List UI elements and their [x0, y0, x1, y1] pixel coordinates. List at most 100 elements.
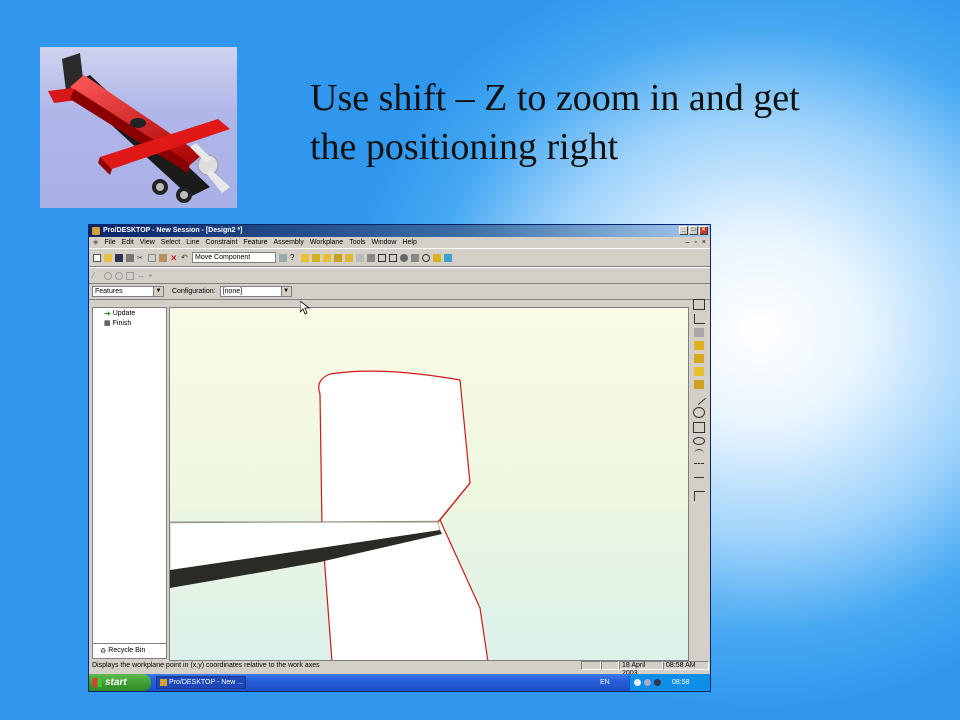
circle-tool-icon[interactable]	[115, 271, 123, 280]
tray-clock: 08:58	[672, 679, 690, 686]
doc-minimize-button[interactable]: –	[686, 237, 690, 248]
window-titlebar[interactable]: Pro/DESKTOP - New Session - [Design2 *] …	[89, 225, 710, 237]
render-icon[interactable]	[444, 253, 452, 262]
window-title: Pro/DESKTOP - New Session - [Design2 *]	[103, 227, 243, 234]
menu-select[interactable]: Select	[161, 237, 180, 248]
arc-icon[interactable]	[694, 449, 704, 459]
tool-g-icon[interactable]	[356, 253, 364, 262]
configuration-combo[interactable]: [none] ▼	[219, 286, 292, 297]
recycle-bin-icon: ♻	[100, 647, 107, 655]
configuration-dropdown-icon[interactable]: ▼	[280, 287, 291, 296]
windows-logo-icon	[93, 678, 102, 687]
tool-f-icon[interactable]	[345, 253, 353, 262]
menu-tools[interactable]: Tools	[349, 237, 365, 248]
menu-workplane[interactable]: Workplane	[310, 237, 343, 248]
mouse-cursor-icon	[300, 301, 310, 315]
recycle-bin-item[interactable]: ♻ Recycle Bin	[92, 643, 167, 657]
extrude-icon[interactable]	[694, 328, 704, 337]
pan-icon[interactable]	[411, 253, 419, 262]
axis-icon[interactable]	[693, 314, 705, 324]
print-icon[interactable]	[126, 253, 134, 262]
prodesktop-window: Pro/DESKTOP - New Session - [Design2 *] …	[88, 224, 711, 692]
sweep-icon[interactable]	[694, 354, 704, 363]
doc-icon: ◈	[93, 239, 99, 246]
features-combo[interactable]: Features ▼	[92, 286, 164, 297]
tray-icon-1[interactable]	[634, 679, 641, 686]
tool-d-icon[interactable]	[323, 253, 331, 262]
undo-icon[interactable]: ↶	[181, 253, 189, 262]
pane-header: Features ▼ Configuration: [none] ▼	[89, 284, 710, 300]
menu-edit[interactable]: Edit	[122, 237, 134, 248]
finish-flag-icon: ▦	[104, 320, 111, 327]
tree-item-label: Finish	[112, 319, 132, 327]
doc-close-button[interactable]: ×	[702, 237, 706, 248]
loft-icon[interactable]	[694, 367, 704, 376]
menu-line[interactable]: Line	[186, 237, 199, 248]
tree-item-label: Update	[112, 309, 136, 317]
menu-view[interactable]: View	[140, 237, 155, 248]
line-tool-icon[interactable]: ⁄	[93, 271, 101, 280]
taskbar-task-prodesktop[interactable]: Pro/DESKTOP - New ...	[156, 676, 246, 689]
new-icon[interactable]	[93, 253, 101, 262]
caption-line-1: Use shift – Z to zoom in and get	[310, 77, 800, 119]
zoom-icon[interactable]	[400, 253, 408, 262]
constraint-tool-icon[interactable]: ⌖	[148, 271, 156, 280]
taskbar: start Pro/DESKTOP - New ... EN 08:58	[89, 674, 710, 691]
minimize-button[interactable]: _	[679, 226, 688, 235]
menu-constraint[interactable]: Constraint	[205, 237, 237, 248]
slide-caption: Use shift – Z to zoom in and get the pos…	[310, 74, 910, 172]
shell-icon[interactable]	[694, 380, 704, 389]
tray-icon-3[interactable]	[654, 679, 661, 686]
ellipse-icon[interactable]	[693, 437, 705, 445]
caption-line-2: the positioning right	[310, 126, 619, 168]
dimension-tool-icon[interactable]: ↔	[137, 271, 145, 280]
delete-icon[interactable]: ✕	[170, 253, 178, 262]
zoom-fit-icon[interactable]	[378, 253, 386, 262]
tray-icon-2[interactable]	[644, 679, 651, 686]
line-icon[interactable]	[691, 390, 707, 406]
tool-b-icon[interactable]	[301, 253, 309, 262]
menu-feature[interactable]: Feature	[243, 237, 267, 248]
rect-tool-icon[interactable]	[126, 271, 134, 280]
status-bar: Displays the workplane point in (x,y) co…	[89, 661, 710, 677]
language-indicator[interactable]: EN	[600, 674, 610, 691]
rotate-icon[interactable]	[422, 253, 430, 262]
doc-restore-button[interactable]: ▫	[694, 237, 696, 248]
features-dropdown-icon[interactable]: ▼	[153, 287, 163, 296]
open-icon[interactable]	[104, 253, 112, 262]
rectangle-icon[interactable]	[693, 422, 705, 433]
menu-help[interactable]: Help	[402, 237, 416, 248]
tool-a-icon[interactable]	[279, 253, 287, 262]
spline-icon[interactable]	[694, 463, 704, 473]
copy-icon[interactable]	[148, 253, 156, 262]
shade-icon[interactable]	[433, 253, 441, 262]
paste-icon[interactable]	[159, 253, 167, 262]
tool-e-icon[interactable]	[334, 253, 342, 262]
component-combo[interactable]: Move Component	[192, 252, 276, 263]
design-canvas[interactable]	[169, 307, 689, 661]
workplane-icon[interactable]	[693, 299, 705, 310]
tool-h-icon[interactable]	[367, 253, 375, 262]
maximize-button[interactable]: □	[689, 226, 698, 235]
fillet-icon[interactable]	[693, 491, 705, 501]
tree-item-update[interactable]: ➜ Update	[93, 308, 166, 318]
close-button[interactable]: ×	[699, 226, 708, 235]
save-icon[interactable]	[115, 253, 123, 262]
trim-icon[interactable]	[694, 477, 704, 487]
revolve-icon[interactable]	[694, 341, 704, 350]
start-button[interactable]: start	[89, 674, 151, 691]
menu-bar: ◈ File Edit View Select Line Constraint …	[89, 237, 710, 248]
recycle-bin-label: Recycle Bin	[108, 647, 146, 654]
arc-tool-icon[interactable]	[104, 271, 112, 280]
zoom-window-icon[interactable]	[389, 253, 397, 262]
circle-icon[interactable]	[693, 407, 705, 418]
menu-assembly[interactable]: Assembly	[274, 237, 304, 248]
task-app-icon	[160, 679, 167, 686]
menu-file[interactable]: File	[104, 237, 115, 248]
cut-icon[interactable]: ✂	[137, 254, 145, 262]
tool-c-icon[interactable]	[312, 253, 320, 262]
tree-item-finish[interactable]: ▦ Finish	[93, 318, 166, 328]
sketch-toolbar: ⁄ ↔ ⌖	[89, 267, 710, 284]
help-icon[interactable]: ?	[290, 253, 298, 262]
menu-window[interactable]: Window	[372, 237, 397, 248]
